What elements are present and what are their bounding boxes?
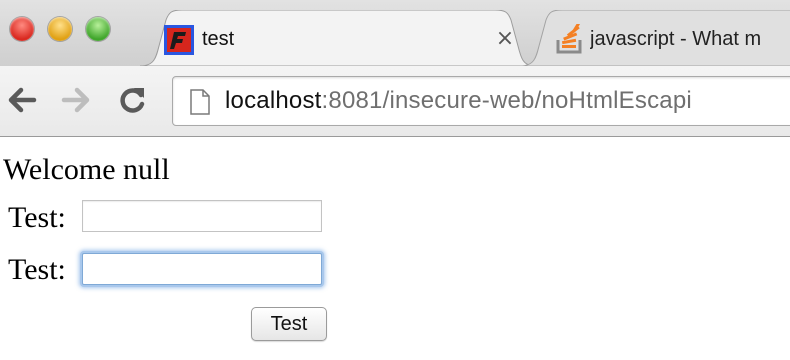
test-field-1[interactable]	[82, 200, 322, 232]
browser-toolbar: localhost:8081/insecure-web/noHtmlEscapi	[0, 66, 790, 137]
address-bar[interactable]: localhost:8081/insecure-web/noHtmlEscapi	[172, 76, 790, 126]
reload-icon	[120, 88, 145, 113]
zoom-window-button[interactable]	[86, 17, 110, 41]
url-path: :8081/insecure-web/noHtmlEscapi	[321, 87, 692, 114]
forward-button[interactable]	[58, 82, 94, 118]
tab-test[interactable]: test ×	[140, 10, 535, 66]
tab-javascript[interactable]: javascript - What m	[520, 10, 790, 66]
back-button[interactable]	[4, 82, 40, 118]
field1-label: Test:	[8, 201, 66, 234]
url-text: localhost:8081/insecure-web/noHtmlEscapi	[225, 87, 692, 115]
close-window-button[interactable]	[10, 17, 34, 41]
test-field-2[interactable]	[82, 253, 322, 285]
tab-title: test	[202, 28, 235, 50]
tab-title: javascript - What m	[590, 28, 762, 50]
minimize-window-button[interactable]	[48, 17, 72, 41]
back-arrow-icon	[8, 87, 37, 113]
reload-button[interactable]	[114, 82, 150, 118]
stack-overflow-favicon	[556, 20, 584, 59]
page-content: Welcome null Test: Test: Test	[0, 137, 790, 360]
red-square-favicon	[164, 25, 194, 60]
page-icon	[189, 89, 211, 120]
test-submit-button[interactable]: Test	[251, 307, 327, 341]
tab-strip: test × javascript - What m	[0, 0, 790, 66]
forward-arrow-icon	[61, 87, 90, 113]
field2-label: Test:	[8, 253, 66, 286]
close-tab-icon[interactable]: ×	[492, 24, 518, 54]
url-host: localhost	[225, 87, 322, 114]
welcome-text: Welcome null	[3, 153, 170, 186]
